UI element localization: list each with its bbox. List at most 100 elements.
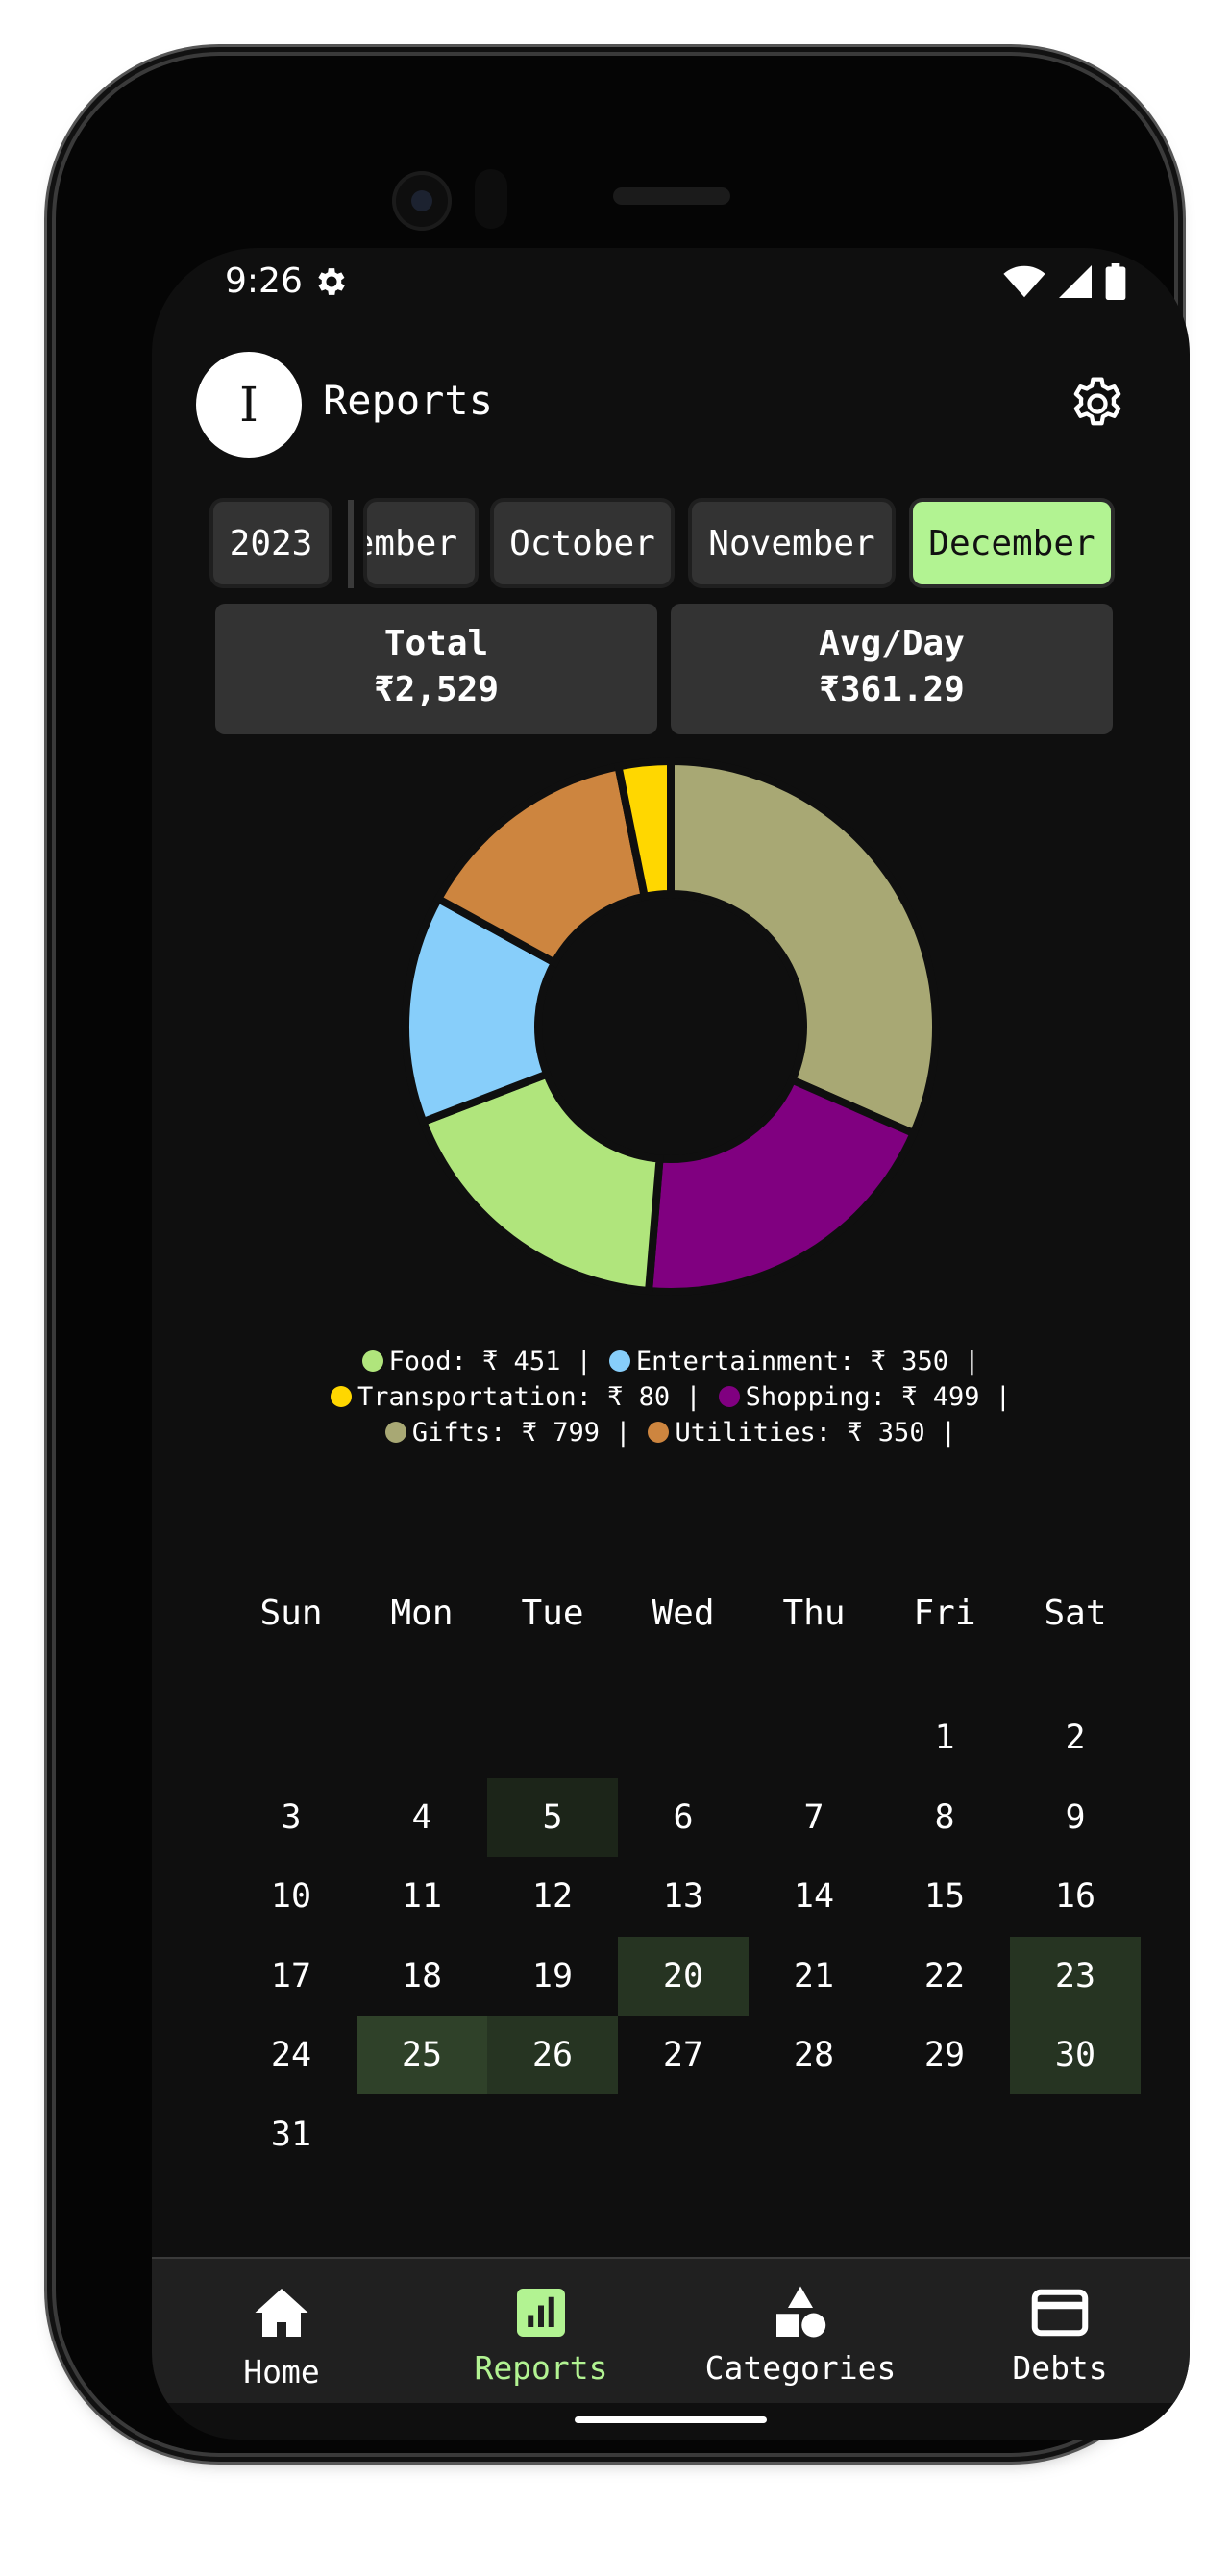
calendar-day[interactable]: 22 [879, 1937, 1010, 2016]
weekday-tue: Tue [521, 1594, 584, 1633]
calendar-day[interactable]: 14 [749, 1857, 879, 1936]
legend-row: Gifts: ₹ 799 | Utilities: ₹ 350 | [152, 1415, 1190, 1450]
nav-debts[interactable]: Debts [930, 2259, 1190, 2403]
bottom-navigation: Home Reports Categories Debts [152, 2257, 1190, 2403]
calendar-day[interactable]: 27 [618, 2016, 749, 2094]
weekday-wed: Wed [652, 1594, 715, 1633]
gesture-home-bar[interactable] [575, 2416, 767, 2423]
calendar-day[interactable]: 13 [618, 1857, 749, 1936]
legend-item: Transportation: ₹ 80 | [331, 1382, 701, 1412]
front-camera [392, 171, 452, 231]
legend-text: Utilities: ₹ 350 | [675, 1418, 957, 1448]
calendar-day[interactable]: 30 [1010, 2016, 1141, 2094]
nav-home[interactable]: Home [152, 2259, 411, 2403]
calendar-day[interactable]: 20 [618, 1936, 749, 2016]
calendar-day[interactable]: 5 [487, 1777, 618, 1857]
calendar-day[interactable]: 15 [879, 1857, 1010, 1936]
categories-icon [776, 2286, 826, 2338]
nav-reports[interactable]: Reports [411, 2259, 671, 2403]
reports-icon [517, 2289, 565, 2337]
selector-divider [348, 500, 354, 588]
donut-slice-shopping[interactable] [644, 1075, 919, 1296]
calendar-day[interactable]: 2 [1010, 1698, 1141, 1777]
legend-text: Food: ₹ 451 | [388, 1347, 592, 1376]
calendar-day[interactable]: 1 [879, 1698, 1010, 1777]
home-icon [255, 2289, 308, 2337]
nav-categories-label: Categories [704, 2349, 897, 2387]
avatar[interactable]: I [196, 352, 302, 458]
avg-day-label: Avg/Day [819, 624, 965, 663]
total-label: Total [383, 624, 489, 663]
legend-row: Food: ₹ 451 | Entertainment: ₹ 350 | [152, 1344, 1190, 1379]
weekday-fri: Fri [913, 1594, 976, 1633]
weekday-sun: Sun [259, 1594, 323, 1633]
legend-item: Gifts: ₹ 799 | [384, 1418, 630, 1448]
calendar-day[interactable]: 28 [749, 2016, 879, 2094]
wifi-icon [1003, 265, 1046, 298]
calendar-day[interactable]: 7 [749, 1778, 879, 1857]
app-screen: 9:26 I Reports 2023 mber October Novembe… [152, 248, 1190, 2440]
credit-card-icon [1031, 2289, 1089, 2337]
expense-donut-chart [402, 756, 940, 1296]
avatar-letter: I [239, 377, 258, 433]
calendar-day[interactable]: 18 [357, 1937, 487, 2016]
calendar-day[interactable]: 12 [487, 1857, 618, 1936]
legend-item: Shopping: ₹ 499 | [718, 1382, 1011, 1412]
legend-item: Utilities: ₹ 350 | [648, 1418, 956, 1448]
total-value: ₹2,529 [373, 670, 500, 709]
calendar-day[interactable]: 25 [357, 2016, 487, 2094]
nav-debts-label: Debts [1012, 2349, 1108, 2387]
legend-row: Transportation: ₹ 80 | Shopping: ₹ 499 | [152, 1379, 1190, 1415]
weekday-sat: Sat [1044, 1594, 1107, 1633]
legend-text: Shopping: ₹ 499 | [745, 1382, 1011, 1412]
weekday-mon: Mon [390, 1594, 454, 1633]
legend-text: Transportation: ₹ 80 | [357, 1382, 701, 1412]
legend-color-dot [331, 1386, 353, 1407]
status-bar: 9:26 [152, 248, 1190, 315]
legend-color-dot [718, 1386, 740, 1407]
cell-signal-icon [1059, 265, 1092, 298]
calendar-day[interactable]: 10 [226, 1857, 357, 1936]
legend-item: Food: ₹ 451 | [361, 1347, 592, 1376]
calendar-day[interactable]: 29 [879, 2016, 1010, 2094]
calendar-day[interactable]: 19 [487, 1937, 618, 2016]
phone-frame: 9:26 I Reports 2023 mber October Novembe… [56, 56, 1190, 2453]
legend-color-dot [361, 1350, 383, 1372]
legend-color-dot [384, 1422, 406, 1443]
page-title: Reports [323, 377, 494, 424]
year-chip[interactable]: 2023 [213, 502, 329, 584]
calendar-day[interactable]: 9 [1010, 1778, 1141, 1857]
avg-day-card: Avg/Day ₹361.29 [671, 604, 1113, 734]
calendar-day[interactable]: 17 [226, 1937, 357, 2016]
nav-categories[interactable]: Categories [671, 2259, 930, 2403]
settings-gear-icon[interactable] [1067, 373, 1128, 434]
donut-slice-gifts[interactable] [667, 756, 940, 1139]
calendar-day[interactable]: 24 [226, 2016, 357, 2094]
calendar-day[interactable]: 21 [749, 1937, 879, 2016]
calendar-day[interactable]: 8 [879, 1778, 1010, 1857]
calendar-day[interactable]: 3 [226, 1778, 357, 1857]
calendar-day[interactable]: 4 [357, 1778, 487, 1857]
month-chip-november[interactable]: November [692, 502, 892, 584]
month-chip-december[interactable]: December [913, 502, 1111, 584]
nav-reports-label: Reports [474, 2349, 608, 2387]
status-gear-icon [318, 268, 345, 295]
proximity-sensor [475, 169, 507, 229]
earpiece-speaker [613, 187, 730, 205]
month-chip-october[interactable]: October [494, 502, 671, 584]
calendar-day[interactable]: 26 [487, 2016, 618, 2094]
status-time: 9:26 [225, 261, 303, 301]
chart-legend: Food: ₹ 451 | Entertainment: ₹ 350 | Trans… [152, 1344, 1190, 1450]
calendar-day[interactable]: 23 [1010, 1936, 1141, 2016]
nav-home-label: Home [243, 2353, 320, 2390]
calendar-day[interactable]: 11 [357, 1857, 487, 1936]
total-card: Total ₹2,529 [215, 604, 657, 734]
legend-color-dot [648, 1422, 670, 1443]
month-chip-september[interactable]: ember [367, 502, 475, 584]
weekday-thu: Thu [782, 1594, 846, 1633]
calendar-day[interactable]: 31 [226, 2095, 357, 2174]
calendar-day[interactable]: 16 [1010, 1857, 1141, 1936]
status-icons [1003, 263, 1126, 300]
legend-text: Entertainment: ₹ 350 | [635, 1347, 980, 1376]
calendar-day[interactable]: 6 [618, 1778, 749, 1857]
